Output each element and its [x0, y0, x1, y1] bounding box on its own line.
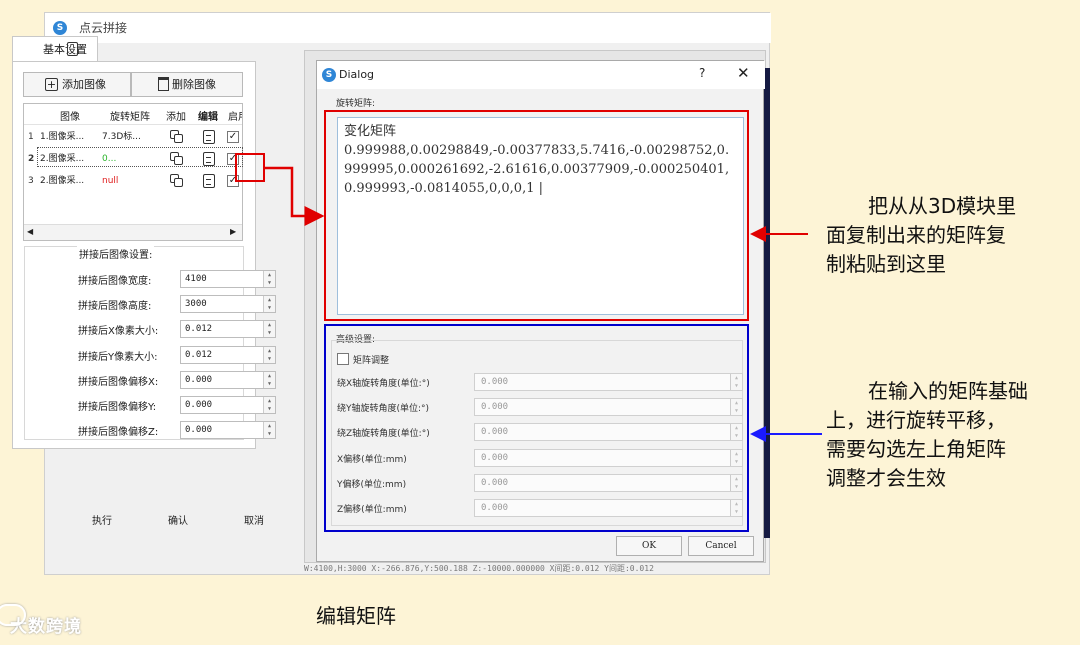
note-line: 面复制出来的矩阵复 — [826, 223, 1006, 247]
watermark-logo-icon — [0, 604, 26, 626]
note-line: 上，进行旋转平移， — [826, 408, 1006, 432]
red-arrow-edit-to-dialog — [265, 166, 325, 226]
note-line: 在输入的矩阵基础 — [868, 379, 1028, 403]
note-line: 把从从3D模块里 — [868, 194, 1017, 218]
note-line: 制粘贴到这里 — [826, 252, 946, 276]
note-line: 调整才会生效 — [826, 466, 946, 490]
note-line: 需要勾选左上角矩阵 — [826, 437, 1006, 461]
note-adjust-matrix: 在输入的矩阵基础 上，进行旋转平移， 需要勾选左上角矩阵 调整才会生效 — [826, 377, 1071, 493]
figure-caption: 编辑矩阵 — [316, 604, 396, 628]
annotation-arrows — [265, 166, 822, 442]
note-paste-matrix: 把从从3D模块里 面复制出来的矩阵复 制粘贴到这里 — [826, 192, 1066, 279]
